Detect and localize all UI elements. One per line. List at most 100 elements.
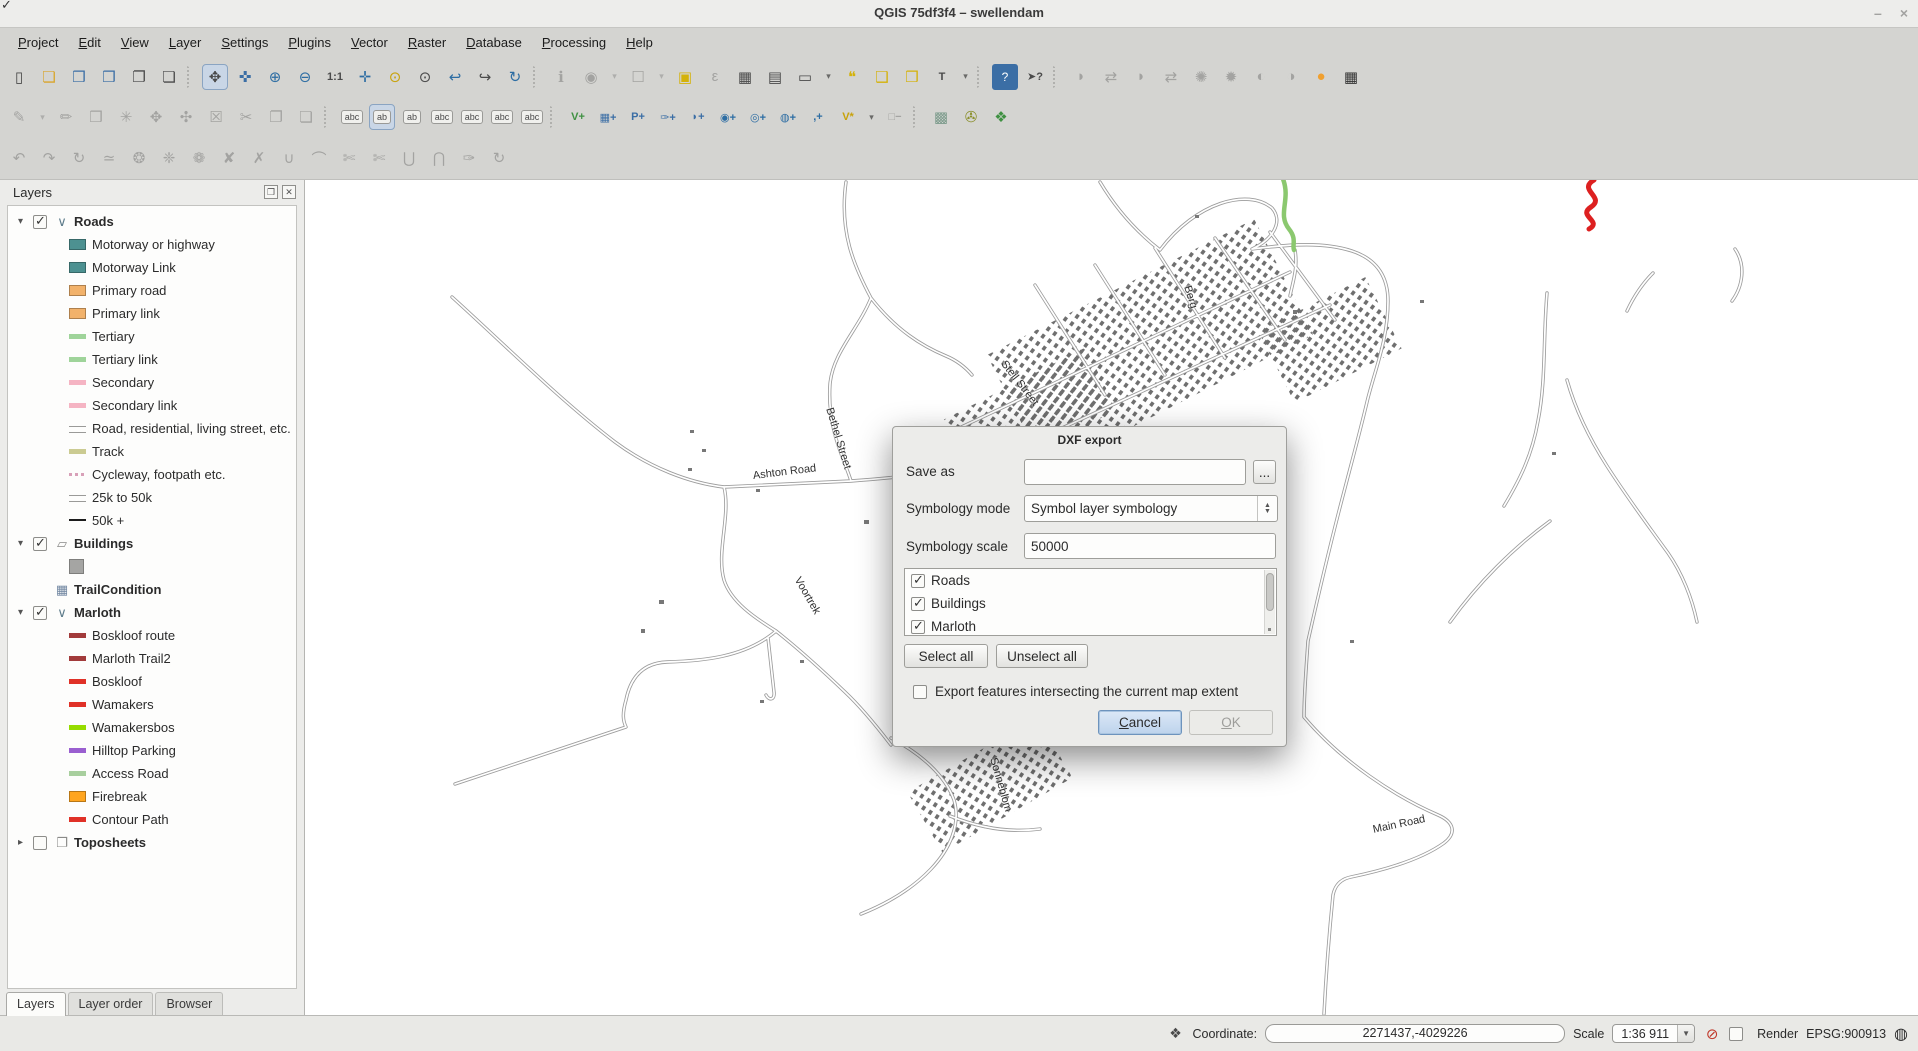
expand-arrow-icon[interactable]: ▾ <box>18 607 33 618</box>
panel-float-icon[interactable]: ❐ <box>264 185 278 199</box>
new-bookmark-icon[interactable]: ❑ <box>869 64 895 90</box>
dock-tab[interactable]: Layers <box>6 992 66 1016</box>
map-tips-icon[interactable]: ❝ <box>839 64 865 90</box>
rotate-point-symbols-icon[interactable]: ✑ <box>456 145 482 171</box>
add-wcs-layer-icon[interactable]: ◎+ <box>745 104 771 130</box>
expand-arrow-icon[interactable]: ▾ <box>18 216 33 227</box>
label-properties-icon[interactable]: abc <box>519 104 545 130</box>
render-checkbox[interactable] <box>1729 1027 1743 1041</box>
layer-tree-row[interactable]: Boskloof <box>8 670 296 693</box>
dropdown-icon[interactable]: ▾ <box>865 104 878 130</box>
delete-selected-icon[interactable]: ☒ <box>203 104 229 130</box>
export-layer-checkbox[interactable] <box>911 574 925 588</box>
pin-labels-icon[interactable]: ab <box>369 104 395 130</box>
refresh-map-icon[interactable]: ↻ <box>502 64 528 90</box>
separator[interactable] <box>977 66 987 88</box>
fill-ring-icon[interactable]: ❁ <box>186 145 212 171</box>
add-postgis-layer-icon[interactable]: P+ <box>625 104 651 130</box>
add-spatialite-layer-icon[interactable]: ✑+ <box>655 104 681 130</box>
histogram-stretch-local-icon[interactable]: ◗ <box>1068 64 1094 90</box>
rotate-label-icon[interactable]: abc <box>489 104 515 130</box>
dropdown-icon[interactable]: ▾ <box>608 64 621 90</box>
remove-layer-group-icon[interactable]: □− <box>882 104 908 130</box>
scale-dropdown-icon[interactable]: ▼ <box>1677 1025 1694 1042</box>
delete-part-icon[interactable]: ✗ <box>246 145 272 171</box>
layer-tree-row[interactable]: Primary road <box>8 279 296 302</box>
help-contents-icon[interactable]: ? <box>992 64 1018 90</box>
minimize-icon[interactable]: – <box>1874 4 1882 22</box>
add-delimited-text-icon[interactable]: ,+ <box>805 104 831 130</box>
layer-tree-row[interactable]: Contour Path <box>8 808 296 831</box>
histogram-stretch-full-icon[interactable]: ⇄ <box>1098 64 1124 90</box>
add-wms-layer-icon[interactable]: ◉+ <box>715 104 741 130</box>
redo-icon[interactable]: ↷ <box>36 145 62 171</box>
zoom-to-layer-icon[interactable]: ⊙ <box>412 64 438 90</box>
layer-visibility-checkbox[interactable] <box>33 537 47 551</box>
run-feature-action-icon[interactable]: ◉ <box>578 64 604 90</box>
glow-plugin-icon[interactable]: ● <box>1308 64 1334 90</box>
save-as-input[interactable] <box>1024 459 1246 485</box>
layer-tree-row[interactable]: Hilltop Parking <box>8 739 296 762</box>
add-vector-layer-icon[interactable]: V+ <box>565 104 591 130</box>
pan-to-selection-icon[interactable]: ✜ <box>232 64 258 90</box>
layer-visibility-checkbox[interactable] <box>33 836 47 850</box>
show-bookmarks-icon[interactable]: ❒ <box>899 64 925 90</box>
layer-visibility-checkbox[interactable] <box>33 215 47 229</box>
extents-toggle-icon[interactable]: ❖ <box>1166 1025 1184 1042</box>
save-project-as-icon[interactable]: ❒ <box>96 64 122 90</box>
simplify-feature-icon[interactable]: ≃ <box>96 145 122 171</box>
layer-tree-row[interactable]: ▾ ∨ Marloth <box>8 601 296 624</box>
export-layer-row[interactable]: Roads <box>905 569 1276 592</box>
dock-tab[interactable]: Layer order <box>68 992 154 1015</box>
contrast-decrease-icon[interactable]: ◑ <box>1278 64 1304 90</box>
add-raster-layer-icon[interactable]: ▦+ <box>595 104 621 130</box>
select-features-icon[interactable]: ☐ <box>625 64 651 90</box>
cancel-button[interactable]: Cancel <box>1098 710 1182 735</box>
unselect-all-button[interactable]: Unselect all <box>996 644 1088 668</box>
current-edits-icon[interactable]: ✎ <box>6 104 32 130</box>
pan-map-icon[interactable]: ✥ <box>202 64 228 90</box>
stddev-stretch-full-icon[interactable]: ⇄ <box>1158 64 1184 90</box>
open-attribute-table-icon[interactable]: ▦ <box>732 64 758 90</box>
dropdown-icon[interactable]: ▾ <box>822 64 835 90</box>
stddev-stretch-local-icon[interactable]: ◗ <box>1128 64 1154 90</box>
grid-plugin-icon[interactable]: ▦ <box>1338 64 1364 90</box>
paste-features-icon[interactable]: ❏ <box>293 104 319 130</box>
cut-features-icon[interactable]: ✂ <box>233 104 259 130</box>
open-project-icon[interactable]: ❏ <box>36 64 62 90</box>
dropdown-icon[interactable]: ▾ <box>655 64 668 90</box>
add-ring-icon[interactable]: ❂ <box>126 145 152 171</box>
export-layer-row[interactable]: Buildings <box>905 592 1276 615</box>
merge-features-icon[interactable]: ⋃ <box>396 145 422 171</box>
panel-close-icon[interactable]: ✕ <box>282 185 296 199</box>
stop-rendering-icon[interactable]: ⊘ <box>1703 1025 1721 1043</box>
separator[interactable] <box>187 66 197 88</box>
save-project-icon[interactable]: ❒ <box>66 64 92 90</box>
ok-button[interactable]: OK <box>1189 710 1273 735</box>
layer-tree-row[interactable]: Cycleway, footpath etc. <box>8 463 296 486</box>
layer-tree-row[interactable]: Track <box>8 440 296 463</box>
plugin-manager-icon[interactable]: ✇ <box>958 104 984 130</box>
symbology-mode-select[interactable]: Symbol layer symbology ▲▼ <box>1024 495 1278 522</box>
select-all-button[interactable]: Select all <box>904 644 988 668</box>
new-shapefile-layer-icon[interactable]: V* <box>835 104 861 130</box>
menu-item[interactable]: Settings <box>211 32 278 53</box>
zoom-next-icon[interactable]: ↪ <box>472 64 498 90</box>
select-by-expression-icon[interactable]: ε <box>702 64 728 90</box>
identify-features-icon[interactable]: ℹ <box>548 64 574 90</box>
dock-tab[interactable]: Browser <box>155 992 223 1015</box>
metasearch-icon[interactable]: ▩ <box>928 104 954 130</box>
layer-tree-row[interactable]: Motorway Link <box>8 256 296 279</box>
layer-tree-row[interactable]: Marloth Trail2 <box>8 647 296 670</box>
move-label-icon[interactable]: abc <box>459 104 485 130</box>
zoom-last-icon[interactable]: ↩ <box>442 64 468 90</box>
add-feature-icon[interactable]: ✳ <box>113 104 139 130</box>
split-parts-icon[interactable]: ✄ <box>366 145 392 171</box>
rotate-feature-icon[interactable]: ↻ <box>66 145 92 171</box>
brightness-increase-icon[interactable]: ✺ <box>1188 64 1214 90</box>
layer-tree-row[interactable]: ▾ ▱ Buildings <box>8 532 296 555</box>
expand-arrow-icon[interactable]: ▸ <box>18 837 33 848</box>
list-scrollbar[interactable] <box>1264 570 1275 634</box>
map-canvas[interactable]: Bethel Street Ashton Road Steil Street B… <box>305 180 1918 1015</box>
layer-tree-row[interactable]: Access Road <box>8 762 296 785</box>
